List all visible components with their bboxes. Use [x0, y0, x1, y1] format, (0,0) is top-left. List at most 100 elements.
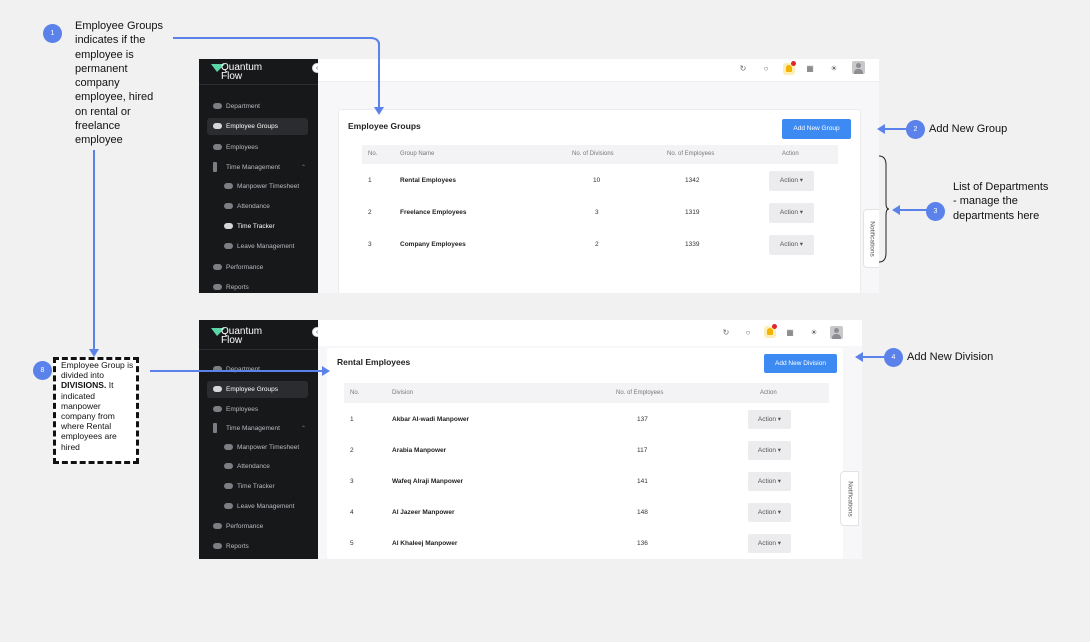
annotation-badge-1: 1: [43, 24, 62, 43]
toggle-icon: [213, 284, 222, 290]
sidebar: QuantumFlow Department Employee Groups E…: [199, 320, 318, 559]
row-division-name[interactable]: Wafeq Alraji Manpower: [392, 472, 463, 491]
sidebar-item-label: Reports: [226, 284, 249, 291]
bell-icon[interactable]: [764, 324, 777, 338]
action-dropdown-button[interactable]: Action ▾: [769, 203, 814, 223]
sidebar-divider: [199, 84, 318, 85]
sidebar-item-label: Employees: [226, 406, 259, 413]
sun-icon[interactable]: ☀: [809, 328, 819, 338]
row-no: 2: [350, 447, 354, 454]
toggle-icon: [224, 503, 233, 509]
sidebar-item-reports[interactable]: Reports: [207, 279, 308, 293]
toggle-icon: [224, 243, 233, 249]
toggle-icon: [224, 203, 233, 209]
notifications-tab[interactable]: Notifications: [840, 471, 859, 526]
row-division-name[interactable]: Al Jazeer Manpower: [392, 503, 455, 522]
layout-icon[interactable]: ▦: [785, 328, 795, 338]
annotation-1-arrow: [374, 107, 384, 115]
sidebar-item-performance[interactable]: Performance: [207, 518, 308, 535]
annotation-3-bracket: [878, 155, 890, 263]
sidebar-item-employee-groups[interactable]: Employee Groups: [207, 118, 308, 135]
sidebar-item-reports[interactable]: Reports: [207, 538, 308, 555]
avatar[interactable]: [852, 61, 865, 74]
toggle-icon: [213, 523, 222, 529]
row-no: 4: [350, 509, 354, 516]
row-group-name[interactable]: Company Employees: [400, 235, 466, 255]
sidebar-item-label: Time Management: [226, 164, 280, 171]
table-row: 5 Al Khaleej Manpower 136 Action ▾: [344, 534, 829, 553]
annotation-2-arrow: [877, 124, 885, 134]
annotation-8-box: Employee Group is divided into DIVISIONS…: [53, 357, 139, 464]
sidebar-item-time-management[interactable]: Time Management ⌃: [207, 420, 308, 437]
screenshot-employee-groups: Quantum Flow Department Employee Groups E…: [199, 59, 879, 293]
sidebar-item-performance[interactable]: Performance: [207, 259, 308, 276]
row-division-name[interactable]: Akbar Al-wadi Manpower: [392, 410, 469, 429]
row-employees: 117: [637, 447, 648, 454]
row-divisions: 2: [595, 241, 599, 248]
table-row: 2 Freelance Employees 3 1319 Action ▾: [362, 203, 838, 223]
action-dropdown-button[interactable]: Action ▾: [769, 235, 814, 255]
toggle-icon: [213, 386, 222, 392]
rental-employees-card: Rental Employees Add New Division No. Di…: [327, 348, 843, 559]
action-dropdown-button[interactable]: Action ▾: [748, 441, 791, 460]
toggle-icon: [213, 144, 222, 150]
col-employees: No. of Employees: [616, 390, 664, 396]
search-icon[interactable]: ○: [743, 328, 753, 338]
annotation-3-connector: [900, 209, 927, 211]
col-action: Action: [782, 151, 799, 157]
table-row: 1 Rental Employees 10 1342 Action ▾: [362, 171, 838, 191]
annotation-2-text: Add New Group: [929, 123, 1008, 135]
sidebar-item-manpower-timesheet[interactable]: Manpower Timesheet: [207, 439, 308, 456]
sidebar-item-leave-management[interactable]: Leave Management: [207, 498, 308, 515]
toggle-icon: [213, 543, 222, 549]
action-dropdown-button[interactable]: Action ▾: [748, 503, 791, 522]
row-no: 3: [350, 478, 354, 485]
row-group-name[interactable]: Rental Employees: [400, 171, 456, 191]
add-new-division-button[interactable]: Add New Division: [764, 354, 837, 373]
employee-groups-card: Employee Groups Add New Group No. Group …: [338, 109, 861, 293]
sidebar-item-label: Reports: [226, 543, 249, 550]
add-new-group-button[interactable]: Add New Group: [782, 119, 851, 139]
search-icon[interactable]: ○: [761, 64, 771, 74]
row-group-name[interactable]: Freelance Employees: [400, 203, 466, 223]
annotation-badge-3: 3: [926, 202, 945, 221]
sun-icon[interactable]: ☀: [829, 64, 839, 74]
refresh-icon[interactable]: ↻: [721, 328, 731, 338]
toggle-icon: [224, 183, 233, 189]
row-divisions: 3: [595, 209, 599, 216]
sidebar-item-attendance[interactable]: Attendance: [207, 458, 308, 475]
sidebar-item-time-tracker[interactable]: Time Tracker: [207, 218, 308, 235]
sidebar-item-label: Leave Management: [237, 503, 295, 510]
action-dropdown-button[interactable]: Action ▾: [748, 472, 791, 491]
sidebar-item-attendance[interactable]: Attendance: [207, 198, 308, 215]
refresh-icon[interactable]: ↻: [738, 64, 748, 74]
toggle-icon: [224, 463, 233, 469]
sidebar-item-employee-groups[interactable]: Employee Groups: [207, 381, 308, 398]
sidebar-item-time-management[interactable]: Time Management ⌃: [207, 159, 308, 176]
notifications-tab[interactable]: Notifications: [863, 209, 879, 268]
annotation-4-arrow: [855, 352, 863, 362]
avatar[interactable]: [830, 326, 843, 339]
sidebar-item-manpower-timesheet[interactable]: Manpower Timesheet: [207, 178, 308, 195]
sidebar-item-label: Attendance: [237, 203, 270, 210]
toggle-icon: [224, 483, 233, 489]
action-dropdown-button[interactable]: Action ▾: [769, 171, 814, 191]
layout-icon[interactable]: ▦: [805, 64, 815, 74]
row-division-name[interactable]: Arabia Manpower: [392, 441, 446, 460]
bell-icon[interactable]: [783, 61, 796, 75]
annotation-1-text: Employee Groups indicates if the employe…: [75, 20, 164, 147]
col-employees: No. of Employees: [667, 151, 715, 157]
sidebar-item-employees[interactable]: Employees: [207, 139, 308, 156]
row-division-name[interactable]: Al Khaleej Manpower: [392, 534, 457, 553]
action-dropdown-button[interactable]: Action ▾: [748, 534, 791, 553]
table-row: 2 Arabia Manpower 117 Action ▾: [344, 441, 829, 460]
sidebar-item-employees[interactable]: Employees: [207, 401, 308, 418]
toggle-icon: [213, 103, 222, 109]
annotation-1-corner: [370, 37, 380, 46]
action-dropdown-button[interactable]: Action ▾: [748, 410, 791, 429]
sidebar-item-leave-management[interactable]: Leave Management: [207, 238, 308, 255]
annotation-1-down-connector: [93, 150, 95, 349]
groups-table-header: No. Group Name No. of Divisions No. of E…: [362, 145, 838, 164]
sidebar-item-department[interactable]: Department: [207, 98, 308, 115]
sidebar-item-time-tracker[interactable]: Time Tracker: [207, 478, 308, 495]
